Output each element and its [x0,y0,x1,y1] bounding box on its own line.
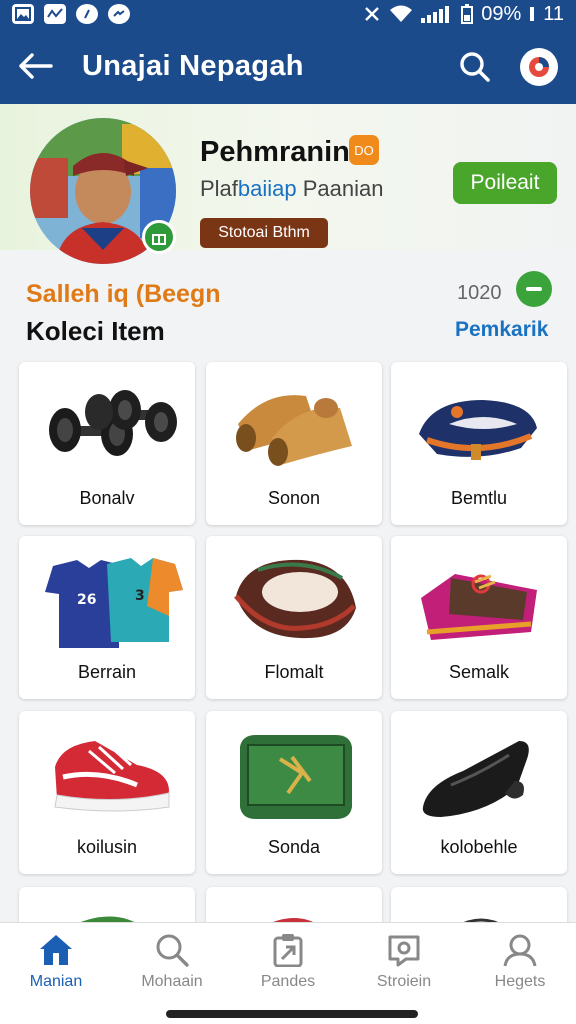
search-icon [460,52,490,82]
nav-orders[interactable]: Pandes [238,933,338,991]
home-indicator[interactable] [166,1010,418,1018]
item-label: koilusin [76,837,138,857]
item-card-9[interactable]: kolobehle [391,711,567,874]
nav-messages[interactable]: Stroiein [354,933,454,991]
dumbbell-icon [49,390,177,456]
subtitle-part-a: Plaf [200,176,238,201]
status-badge: Stotoai Bthm [200,218,328,248]
back-button[interactable] [6,28,66,104]
mute-icon [365,7,380,21]
item-label: Sonon [267,488,321,508]
item-label: Bonalv [79,488,135,508]
sneaker-icon [54,741,170,812]
wifi-icon [390,5,413,22]
item-card-8[interactable]: Sonda [206,711,382,874]
section-title: Koleci Item [26,316,165,346]
nav-label: Hegets [494,973,546,990]
nav-profile[interactable]: Hegets [470,933,570,991]
compass-icon [76,4,98,24]
app-bar: Unajai Nepagah [0,28,576,104]
nav-home[interactable]: Manian [6,933,106,991]
messenger-icon [108,4,130,24]
svg-text:3: 3 [135,588,145,604]
search-icon [156,934,189,967]
bag-icon [421,574,537,640]
item-card-6[interactable]: Semalk [391,536,567,699]
bottom-navigation: Manian Mohaain Pandes Stroiein Hegets [0,922,576,1024]
nav-search[interactable]: Mohaain [122,933,222,991]
box-icon [240,735,352,819]
nav-label: Pandes [260,973,316,990]
chart-icon [44,4,66,24]
arrow-left-icon [19,53,53,79]
item-count: 1020 [457,282,502,304]
item-label: Sonda [267,837,321,857]
signal-icon [421,6,450,23]
status-bar: 09% 11 [0,0,576,28]
item-label: Berrain [77,662,137,682]
verified-badge [142,220,176,254]
battery-icon [461,4,474,24]
cap-icon [234,559,356,639]
follow-button[interactable]: Poileait [453,162,557,204]
svg-text:26: 26 [77,592,96,608]
nav-label: Stroiein [376,973,432,990]
profile-name: Pehmranin [200,136,350,168]
item-label: kolobehle [440,837,518,857]
charging-icon [530,7,535,21]
chat-button[interactable] [516,271,552,307]
gift-icon [152,234,166,245]
nav-label: Manian [29,973,83,990]
item-card-7[interactable]: koilusin [19,711,195,874]
search-button[interactable] [452,44,498,90]
item-label: Bemtlu [450,488,508,508]
item-card-2[interactable]: Sonon [206,362,382,525]
battery-percent: 09% [481,2,522,25]
item-label: Flomalt [264,662,324,682]
clipboard-icon [273,934,303,967]
item-card-4[interactable]: 26 3 Berrain [19,536,195,699]
see-all-link[interactable]: Pemkarik [455,318,548,342]
clock: 11 [543,2,564,25]
shin-guards-icon [236,395,352,466]
account-button[interactable] [520,48,558,86]
item-card-1[interactable]: Bonalv [19,362,195,525]
belt-icon [419,400,537,460]
profile-icon [503,934,537,967]
subtitle-part-c: Paanian [296,176,384,201]
chat-icon [388,935,420,967]
home-icon [40,935,72,965]
jersey-icon: 26 3 [45,558,183,648]
item-card-3[interactable]: Bemtlu [391,362,567,525]
nav-label: Mohaain [141,973,203,990]
item-card-5[interactable]: Flomalt [206,536,382,699]
subtitle-highlight: baiiap [237,176,297,201]
account-icon [529,57,549,77]
name-badge: DO [349,135,379,165]
image-icon [12,4,34,24]
whistle-icon [422,741,529,817]
page-title: Unajai Nepagah [82,49,304,82]
profile-subtitle: Plafbaiiap Paanian [200,176,384,202]
section-tag: Salleh iq (Beegn [26,280,221,308]
minus-icon [526,287,542,291]
item-label: Semalk [448,662,510,682]
